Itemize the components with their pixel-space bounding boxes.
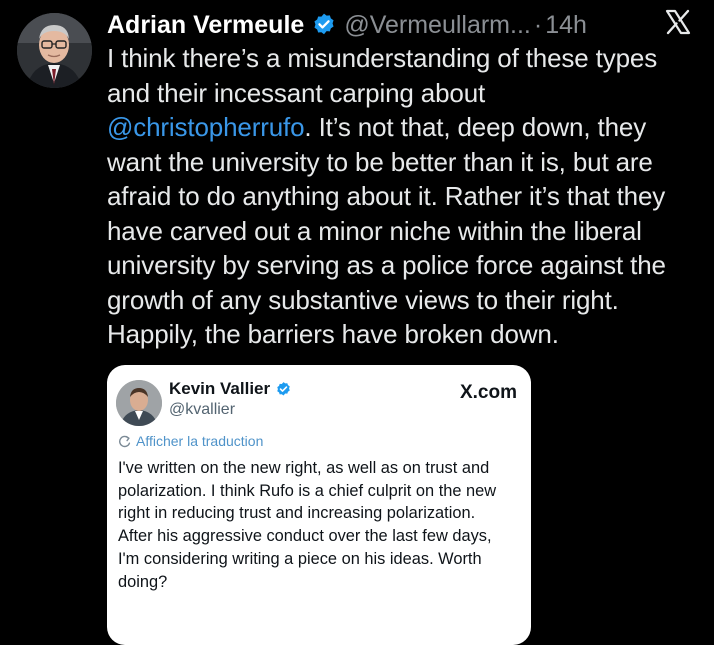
- quoted-text-line: After his aggressive conduct over the la…: [118, 527, 492, 546]
- quoted-text-line: I'm considering writing a piece on his i…: [118, 549, 482, 568]
- site-label: X.com: [459, 382, 517, 403]
- tweet-text-line: and their incessant carping about: [107, 77, 486, 108]
- author-handle[interactable]: @Vermeullarm...: [344, 11, 531, 40]
- mention-link[interactable]: @christopherrufo: [107, 112, 305, 142]
- quoted-author-handle[interactable]: @kvallier: [169, 401, 235, 419]
- x-logo-icon[interactable]: [664, 8, 692, 36]
- author-name[interactable]: Adrian Vermeule: [107, 11, 304, 40]
- tweet-text-line: Happily, the barriers have broken down.: [107, 319, 559, 349]
- tweet-text-line: want the university to be better than it…: [107, 146, 653, 177]
- quoted-author-name[interactable]: Kevin Vallier: [169, 379, 270, 399]
- tweet-text-line: have carved out a minor niche within the…: [107, 215, 642, 246]
- separator-dot: ·: [533, 10, 543, 39]
- verified-badge-icon: [311, 12, 337, 38]
- quoted-text-line: I've written on the new right, as well a…: [118, 459, 490, 477]
- quoted-author-row: Kevin Vallier: [169, 379, 292, 399]
- tweet: Adrian Vermeule @Vermeullarm... · 14h I …: [0, 0, 714, 645]
- tweet-text-line: afraid to do anything about it. Rather i…: [107, 181, 666, 211]
- author-avatar[interactable]: [17, 13, 92, 88]
- timestamp[interactable]: 14h: [545, 11, 587, 40]
- quoted-text-line: right in reducing trust and increasing p…: [118, 504, 476, 523]
- quoted-tweet-card[interactable]: Kevin Vallier @kvallier X.com Afficher l…: [107, 365, 531, 645]
- quoted-text-line: doing?: [118, 572, 168, 591]
- tweet-text-line: growth of any substantive views to their…: [107, 284, 619, 315]
- tweet-text: I think there’s a misunderstanding of th…: [107, 41, 707, 352]
- tweet-text-fragment: . It’s not that, deep down, they: [304, 112, 647, 142]
- tweet-header: Adrian Vermeule @Vermeullarm... · 14h: [107, 6, 707, 44]
- quoted-author-avatar[interactable]: [116, 380, 162, 426]
- translate-icon: [118, 435, 131, 448]
- quoted-tweet-text: I've written on the new right, as well a…: [118, 457, 528, 593]
- translate-link[interactable]: Afficher la traduction: [136, 433, 263, 449]
- tweet-text-line: @christopherrufo. It’s not that, deep do…: [107, 110, 707, 145]
- tweet-text-line: university by serving as a police force …: [107, 250, 666, 280]
- quoted-text-line: polarization. I think Rufo is a chief cu…: [118, 481, 497, 500]
- verified-badge-icon: [275, 381, 292, 398]
- tweet-text-line: I think there’s a misunderstanding of th…: [107, 43, 658, 73]
- translate-row[interactable]: Afficher la traduction: [118, 433, 263, 449]
